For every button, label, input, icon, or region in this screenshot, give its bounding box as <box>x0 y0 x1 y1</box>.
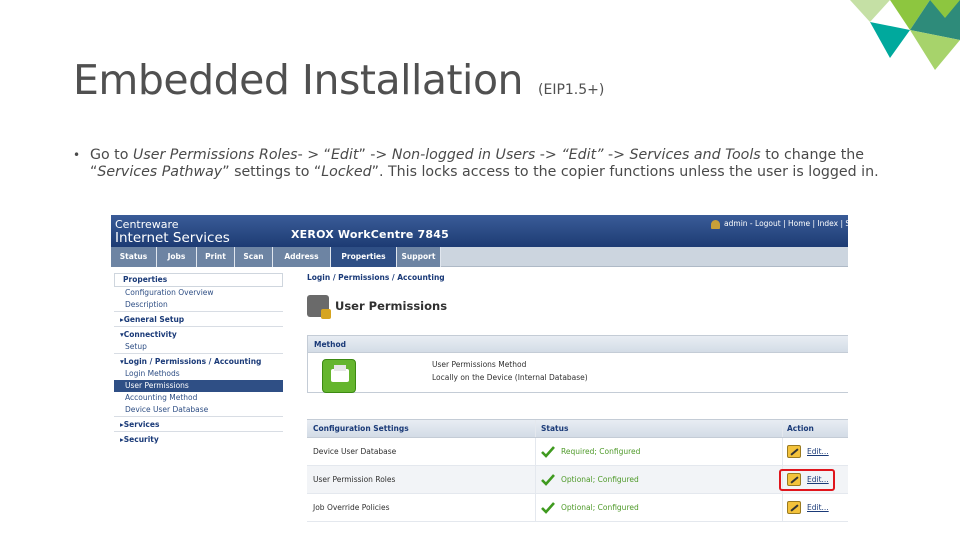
tab-address-book[interactable]: Address Book <box>273 247 331 281</box>
main-tabs: Status Jobs Print Scan Address Book Propertie… <box>111 247 848 281</box>
config-table: Configuration Settings Status Action Dev… <box>307 419 848 522</box>
method-value: Locally on the Device (Internal Database… <box>432 373 588 382</box>
tab-scan[interactable]: Scan <box>235 247 273 267</box>
printer-icon <box>322 359 356 393</box>
bullet-part: - > “ <box>297 147 331 163</box>
sidebar-item[interactable]: User Permissions <box>114 380 283 392</box>
method-header: Method <box>308 336 848 353</box>
main-content: Login / Permissions / Accounting User Pe… <box>307 273 848 522</box>
status-cell: Optional; Configured <box>535 466 782 493</box>
tab-properties[interactable]: Properties <box>331 247 397 267</box>
decorative-triangles <box>850 0 960 70</box>
sidebar-item[interactable]: ▸Security <box>114 431 283 446</box>
check-icon <box>541 445 555 458</box>
slide-title: Embedded Installation <box>73 56 524 104</box>
table-row: Job Override Policies Optional; Configure… <box>307 494 848 522</box>
sidebar-item[interactable]: ▾Connectivity <box>114 326 283 341</box>
highlight-box <box>779 469 835 491</box>
embedded-screenshot: Centreware Internet Services XEROX WorkC… <box>111 215 848 525</box>
check-icon <box>541 501 555 514</box>
bullet-part: Edit <box>330 147 359 163</box>
page-title: User Permissions <box>335 299 448 313</box>
method-label: User Permissions Method <box>432 360 527 369</box>
bullet-marker: • <box>73 148 81 162</box>
status-text: Optional; Configured <box>561 503 639 512</box>
bullet-part: Go to <box>90 147 133 163</box>
edit-link[interactable]: Edit... <box>807 447 829 456</box>
bullet-text: Go to User Permissions Roles- > “Edit” -… <box>90 147 903 181</box>
setting-name: Job Override Policies <box>313 503 390 512</box>
slide-title-group: Embedded Installation (EIP1.5+) <box>73 56 604 104</box>
app-header: Centreware Internet Services XEROX WorkC… <box>111 215 848 247</box>
table-row: Device User Database Required; Configured… <box>307 438 848 466</box>
sidebar-item[interactable]: ▾Login / Permissions / Accounting <box>114 353 283 368</box>
breadcrumb: Login / Permissions / Accounting <box>307 273 445 282</box>
sidebar-item[interactable]: Description <box>114 299 283 311</box>
instruction-bullet: • Go to User Permissions Roles- > “Edit”… <box>73 147 903 181</box>
check-icon <box>541 473 555 486</box>
status-text: Required; Configured <box>561 447 641 456</box>
bullet-part: ”. This locks access to the copier funct… <box>371 164 879 180</box>
table-row: User Permission Roles Optional; Configure… <box>307 466 848 494</box>
bullet-part: Services and Tools <box>629 147 761 163</box>
slide-subtitle: (EIP1.5+) <box>538 82 605 98</box>
sidebar-item[interactable]: Setup <box>114 341 283 353</box>
tab-status[interactable]: Status <box>111 247 157 267</box>
bullet-part: -> <box>603 147 630 163</box>
user-links-text[interactable]: admin - Logout | Home | Index | Site Map <box>724 219 848 228</box>
action-cell: Edit... <box>782 494 848 521</box>
bullet-part: Services Pathway <box>97 164 223 180</box>
sidebar-item[interactable]: ▸General Setup <box>114 311 283 326</box>
user-lock-icon <box>307 295 331 319</box>
page-title-row: User Permissions <box>307 295 448 319</box>
tab-print[interactable]: Print <box>197 247 235 267</box>
status-cell: Required; Configured <box>535 438 782 465</box>
bullet-part: User Permissions Roles <box>132 147 298 163</box>
bullet-part: Locked <box>321 164 372 180</box>
pencil-icon[interactable] <box>787 501 801 514</box>
method-panel: Method User Permissions Method Locally o… <box>307 335 848 393</box>
brand-line-2: Internet Services <box>115 230 230 246</box>
action-cell: Edit... <box>779 466 848 493</box>
column-header-settings: Configuration Settings <box>313 424 409 433</box>
tab-jobs[interactable]: Jobs <box>157 247 197 267</box>
edit-link[interactable]: Edit... <box>807 503 829 512</box>
sidebar-item[interactable]: ▸Services <box>114 416 283 431</box>
setting-name: User Permission Roles <box>313 475 396 484</box>
sidebar-item[interactable]: Login Methods <box>114 368 283 380</box>
column-header-status: Status <box>535 420 782 437</box>
bullet-part: Non-logged in Users <box>391 147 536 163</box>
status-cell: Optional; Configured <box>535 494 782 521</box>
sidebar-item[interactable]: Device User Database <box>114 404 283 416</box>
status-text: Optional; Configured <box>561 475 639 484</box>
column-header-action: Action <box>782 420 848 437</box>
pencil-icon[interactable] <box>787 445 801 458</box>
bullet-part: ” settings to “ <box>222 164 322 180</box>
sidebar-header[interactable]: Properties <box>114 273 283 287</box>
bullet-part: “Edit” <box>561 147 604 163</box>
sidebar-item[interactable]: Configuration Overview <box>114 287 283 299</box>
sidebar-nav: Properties Configuration Overview Descrip… <box>114 273 283 446</box>
table-header-row: Configuration Settings Status Action <box>307 420 848 438</box>
user-links[interactable]: admin - Logout | Home | Index | Site Map <box>711 219 848 229</box>
tab-support[interactable]: Support <box>397 247 441 267</box>
action-cell: Edit... <box>782 438 848 465</box>
sidebar-item[interactable]: Accounting Method <box>114 392 283 404</box>
bullet-part: ” -> <box>358 147 392 163</box>
device-name: XEROX WorkCentre 7845 <box>291 228 449 241</box>
user-icon <box>711 219 721 229</box>
bullet-part: -> <box>535 147 562 163</box>
setting-name: Device User Database <box>313 447 397 456</box>
